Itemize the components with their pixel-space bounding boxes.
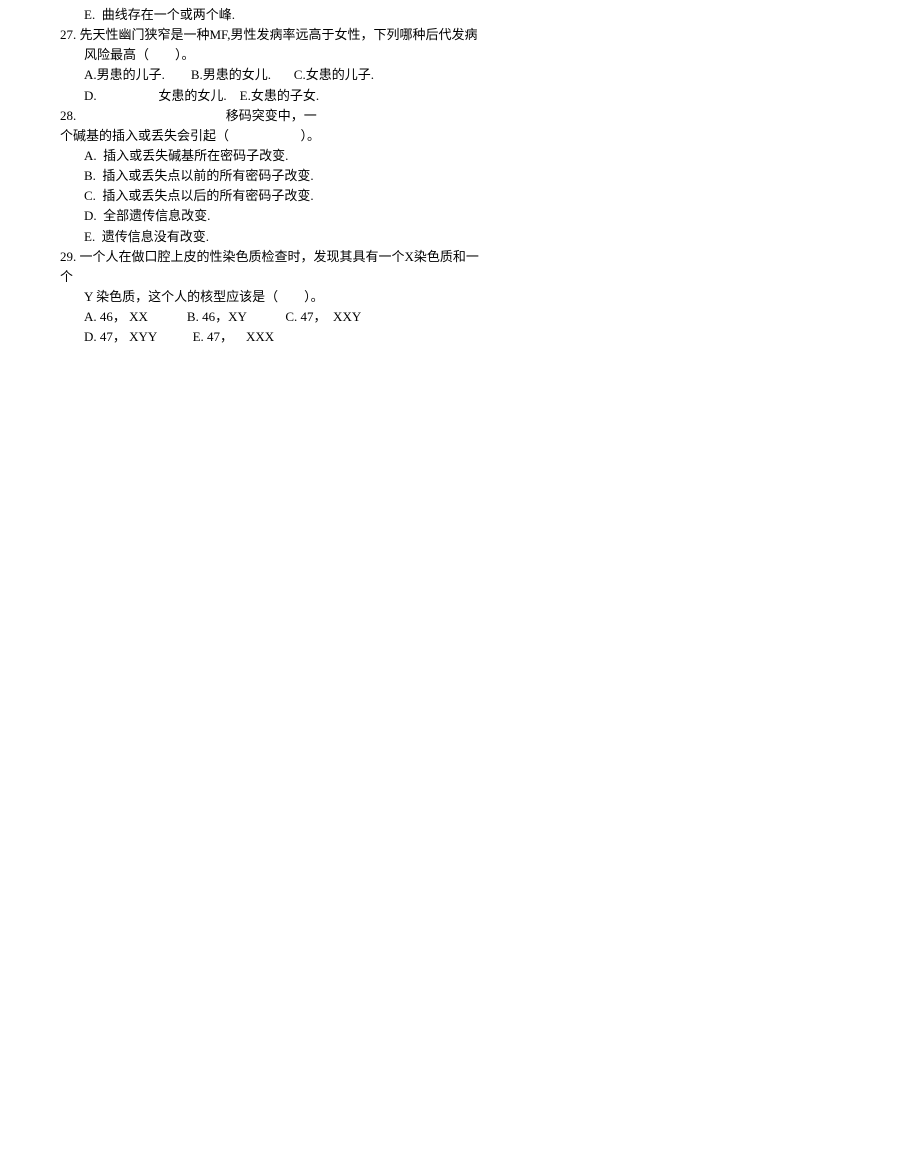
question-29: 29. 一个人在做口腔上皮的性染色质检查时，发现其具有一个X染色质和一 bbox=[60, 247, 700, 267]
options-27-row2: D. 女患的女儿. E.女患的子女. bbox=[60, 86, 700, 106]
question-28: 28. 移码突变中，一 bbox=[60, 106, 700, 126]
question-28-cont: 个碱基的插入或丢失会引起（ ）。 bbox=[60, 126, 700, 146]
option-28d: D. 全部遗传信息改变. bbox=[60, 206, 700, 226]
question-27-cont: 风险最高（ ）。 bbox=[60, 45, 700, 65]
question-29-cont2: Y 染色质，这个人的核型应该是（ ）。 bbox=[60, 287, 700, 307]
option-28e: E. 遗传信息没有改变. bbox=[60, 227, 700, 247]
option-28c: C. 插入或丢失点以后的所有密码子改变. bbox=[60, 186, 700, 206]
question-27: 27. 先天性幽门狭窄是一种MF,男性发病率远高于女性，下列哪种后代发病 bbox=[60, 25, 700, 45]
document-page: E. 曲线存在一个或两个峰. 27. 先天性幽门狭窄是一种MF,男性发病率远高于… bbox=[0, 0, 920, 347]
options-27-row1: A.男患的儿子. B.男患的女儿. C.女患的儿子. bbox=[60, 65, 700, 85]
option-28b: B. 插入或丢失点以前的所有密码子改变. bbox=[60, 166, 700, 186]
options-29-row1: A. 46， XX B. 46，XY C. 47， XXY bbox=[60, 307, 700, 327]
option-26e: E. 曲线存在一个或两个峰. bbox=[60, 5, 700, 25]
option-28a: A. 插入或丢失碱基所在密码子改变. bbox=[60, 146, 700, 166]
options-29-row2: D. 47， XYY E. 47， XXX bbox=[60, 327, 700, 347]
question-29-cont1: 个 bbox=[60, 267, 700, 287]
